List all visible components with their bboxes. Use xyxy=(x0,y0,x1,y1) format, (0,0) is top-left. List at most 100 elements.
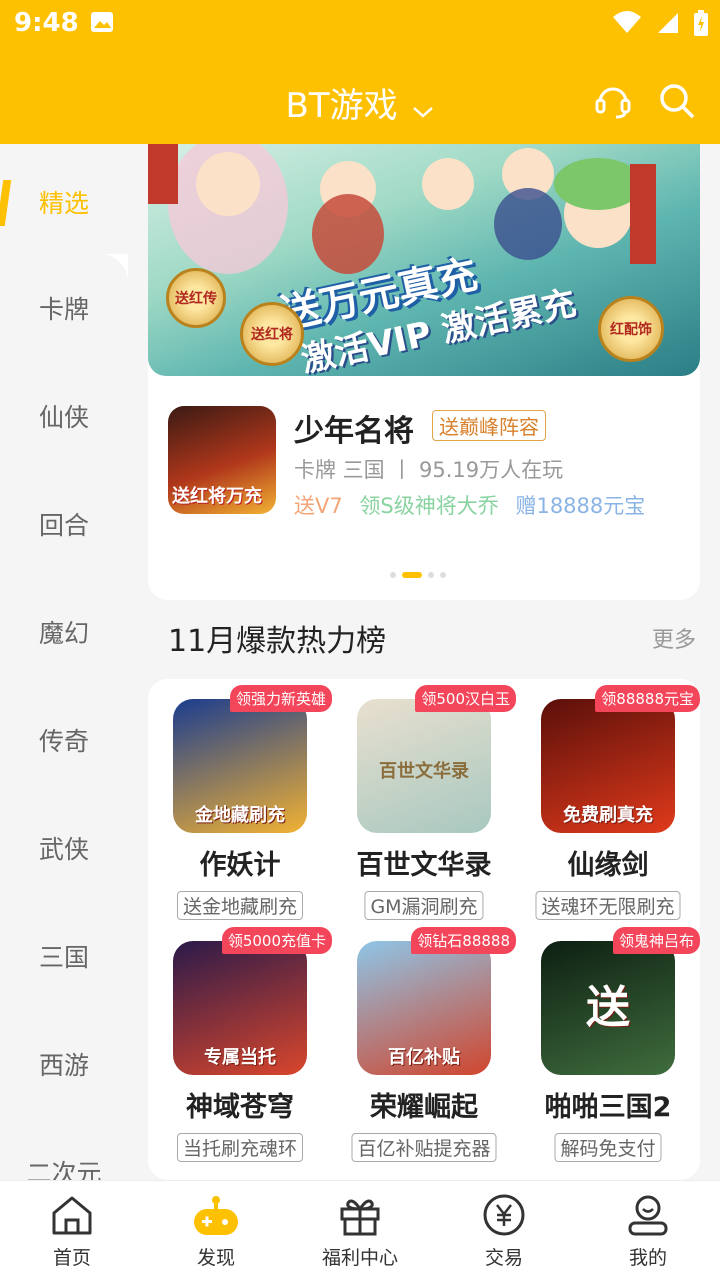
game-tag: 百亿补贴提充器 xyxy=(351,1133,497,1162)
nav-mine[interactable]: 我的 xyxy=(588,1193,708,1270)
sidebar-item-label: 精选 xyxy=(38,189,89,218)
game-card[interactable]: 百亿补贴 领钻石88888 荣耀崛起 百亿补贴提充器 xyxy=(332,921,516,1169)
thumbnail-text: 送 xyxy=(586,982,630,1033)
carousel-dot[interactable] xyxy=(428,572,434,578)
sidebar-item-label: 三国 xyxy=(38,943,89,972)
thumbnail-text: 送红将万充 xyxy=(172,486,262,507)
game-card[interactable]: 百世文华录 领500汉白玉 百世文华录 GM漏洞刷充 xyxy=(332,679,516,927)
game-thumbnail[interactable]: 金地藏刷充 xyxy=(173,699,307,833)
nav-discover[interactable]: 发现 xyxy=(156,1193,276,1270)
game-tag: GM漏洞刷充 xyxy=(364,891,484,920)
game-tag: 送魂环无限刷充 xyxy=(535,891,681,920)
game-card[interactable]: 送 领鬼神吕布 啪啪三国2 解码免支付 xyxy=(516,921,700,1169)
banner-image[interactable]: 送万元真充 激活VIP 激活累充 送红传 送红将 红配饰 xyxy=(148,144,700,376)
gift-badge: 领5000充值卡 xyxy=(221,927,332,954)
nav-welfare-center[interactable]: 福利中心 xyxy=(300,1193,420,1270)
gift-badge: 领强力新英雄 xyxy=(229,685,332,712)
sidebar-item-label: 仙侠 xyxy=(38,403,89,432)
sidebar-list: 卡牌 仙侠 回合 魔幻 传奇 武侠 三国 西游 二次元 xyxy=(0,254,128,1188)
profile-icon xyxy=(626,1195,670,1241)
nav-label: 我的 xyxy=(628,1247,667,1269)
game-name: 少年名将 xyxy=(294,414,414,449)
sidebar-item-three-kingdoms[interactable]: 三国 xyxy=(0,938,128,974)
sidebar-item-turn-based[interactable]: 回合 xyxy=(0,506,128,542)
sidebar-item-label: 武侠 xyxy=(38,835,89,864)
sidebar-item-featured[interactable]: 精选 xyxy=(0,144,128,254)
game-thumbnail[interactable]: 百亿补贴 xyxy=(357,941,491,1075)
nav-label: 发现 xyxy=(196,1247,235,1269)
image-notification-icon xyxy=(90,11,114,37)
top-bar: 9:48 BT游戏 xyxy=(0,0,720,144)
game-card[interactable]: 专属当托 领5000充值卡 神域苍穹 当托刷充魂环 xyxy=(148,921,332,1169)
game-thumbnail[interactable]: 送 xyxy=(541,941,675,1075)
search-icon[interactable] xyxy=(658,82,696,124)
game-tag: 当托刷充魂环 xyxy=(176,1133,304,1162)
sidebar-item-card[interactable]: 卡牌 xyxy=(0,290,128,326)
customer-service-icon[interactable] xyxy=(594,82,632,124)
sidebar-item-legend[interactable]: 传奇 xyxy=(0,722,128,758)
sidebar-item-journey-west[interactable]: 西游 xyxy=(0,1046,128,1082)
sidebar-item-label: 西游 xyxy=(38,1051,89,1080)
game-name: 荣耀崛起 xyxy=(370,1092,478,1123)
status-icons xyxy=(612,10,708,40)
chevron-down-icon xyxy=(412,88,434,128)
gift-badge: 领88888元宝 xyxy=(595,685,700,712)
game-thumbnail[interactable]: 送红将万充 xyxy=(168,406,276,514)
game-name: 作妖计 xyxy=(199,850,281,881)
game-thumbnail[interactable]: 免费刷真充 xyxy=(541,699,675,833)
featured-banner-card[interactable]: 送万元真充 激活VIP 激活累充 送红传 送红将 红配饰 送红将万充 少年名将 … xyxy=(148,144,700,600)
banner-medal: 红配饰 xyxy=(598,296,664,362)
gamepad-icon xyxy=(192,1196,240,1241)
game-card[interactable]: 免费刷真充 领88888元宝 仙缘剑 送魂环无限刷充 xyxy=(516,679,700,927)
sidebar-item-label: 魔幻 xyxy=(38,619,89,648)
game-thumbnail[interactable]: 专属当托 xyxy=(173,941,307,1075)
nav-label: 交易 xyxy=(484,1247,523,1269)
more-link[interactable]: 更多 xyxy=(652,622,696,654)
home-icon xyxy=(50,1196,94,1241)
thumbnail-text: 百亿补贴 xyxy=(388,1047,460,1068)
sidebar-item-label: 卡牌 xyxy=(38,295,89,324)
game-thumbnail[interactable]: 百世文华录 xyxy=(357,699,491,833)
perk: 赠18888元宝 xyxy=(515,494,646,518)
gift-badge: 领钻石88888 xyxy=(411,927,516,954)
game-name: 百世文华录 xyxy=(356,850,492,881)
game-card[interactable]: 金地藏刷充 领强力新英雄 作妖计 送金地藏刷充 xyxy=(148,679,332,927)
game-tag: 送金地藏刷充 xyxy=(176,891,304,920)
bottom-navigation: 首页 发现 福利中心 交易 我的 xyxy=(0,1180,720,1280)
thumbnail-text: 专属当托 xyxy=(204,1047,276,1068)
wifi-icon xyxy=(612,11,642,39)
carousel-dot[interactable] xyxy=(440,572,446,578)
perk: 领S级神将大乔 xyxy=(359,494,499,518)
perk: 送V7 xyxy=(294,494,343,518)
hot-games-grid: 金地藏刷充 领强力新英雄 作妖计 送金地藏刷充 百世文华录 领500汉白玉 百世… xyxy=(148,679,700,1180)
banner-medal: 送红传 xyxy=(166,268,226,328)
nav-trade[interactable]: 交易 xyxy=(444,1193,564,1270)
game-name: 仙缘剑 xyxy=(567,850,649,881)
status-time: 9:48 xyxy=(14,8,79,38)
gift-badge: 领500汉白玉 xyxy=(415,685,516,712)
thumbnail-text: 金地藏刷充 xyxy=(195,805,285,826)
banner-medal: 送红将 xyxy=(240,302,304,366)
nav-label: 首页 xyxy=(52,1247,91,1269)
gift-badge: 领鬼神吕布 xyxy=(612,927,700,954)
sidebar-item-label: 回合 xyxy=(38,511,89,540)
game-name: 啪啪三国2 xyxy=(544,1092,672,1123)
category-sidebar: 精选 卡牌 仙侠 回合 魔幻 传奇 武侠 三国 西游 二次元 xyxy=(0,144,128,1188)
page-title: BT游戏 xyxy=(285,86,398,126)
carousel-indicator xyxy=(390,572,446,578)
sidebar-item-fantasy[interactable]: 魔幻 xyxy=(0,614,128,650)
thumbnail-text: 百世文华录 xyxy=(379,761,469,782)
game-tag: 解码免支付 xyxy=(554,1133,662,1162)
carousel-dot-active[interactable] xyxy=(402,572,422,578)
sidebar-item-wuxia[interactable]: 武侠 xyxy=(0,830,128,866)
battery-icon xyxy=(694,10,708,40)
signal-icon xyxy=(656,11,680,39)
yen-icon xyxy=(482,1194,526,1241)
nav-home[interactable]: 首页 xyxy=(12,1193,132,1270)
game-meta: 卡牌 三国 丨 95.19万人在玩 xyxy=(294,458,564,482)
game-perks: 送V7 领S级神将大乔 赠18888元宝 xyxy=(294,490,645,520)
carousel-dot[interactable] xyxy=(390,572,396,578)
sidebar-item-xianxia[interactable]: 仙侠 xyxy=(0,398,128,434)
nav-label: 福利中心 xyxy=(321,1247,398,1269)
gift-icon xyxy=(338,1199,382,1241)
